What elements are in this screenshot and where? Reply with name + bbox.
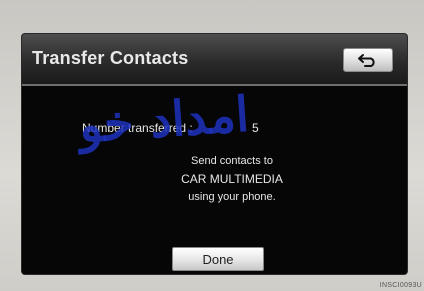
- message-line-1: Send contacts to: [191, 155, 273, 167]
- title-bar: Transfer Contacts: [22, 34, 407, 86]
- image-code: INSCI0093U: [379, 282, 422, 289]
- message-line-3: using your phone.: [188, 191, 276, 203]
- back-arrow-icon: [358, 54, 375, 67]
- message-line-2: CAR MULTIMEDIA: [181, 172, 283, 186]
- display-screen: Transfer Contacts Number transferred : 5…: [22, 34, 407, 274]
- back-button[interactable]: [343, 48, 393, 72]
- transfer-count-row: Number transferred : 5: [82, 121, 322, 135]
- screen-title: Transfer Contacts: [32, 48, 189, 68]
- transfer-count-label: Number transferred :: [82, 121, 193, 135]
- transfer-count-value: 5: [252, 121, 259, 135]
- done-button[interactable]: Done: [172, 247, 264, 271]
- instruction-message: Send contacts to CAR MULTIMEDIA using yo…: [142, 152, 322, 206]
